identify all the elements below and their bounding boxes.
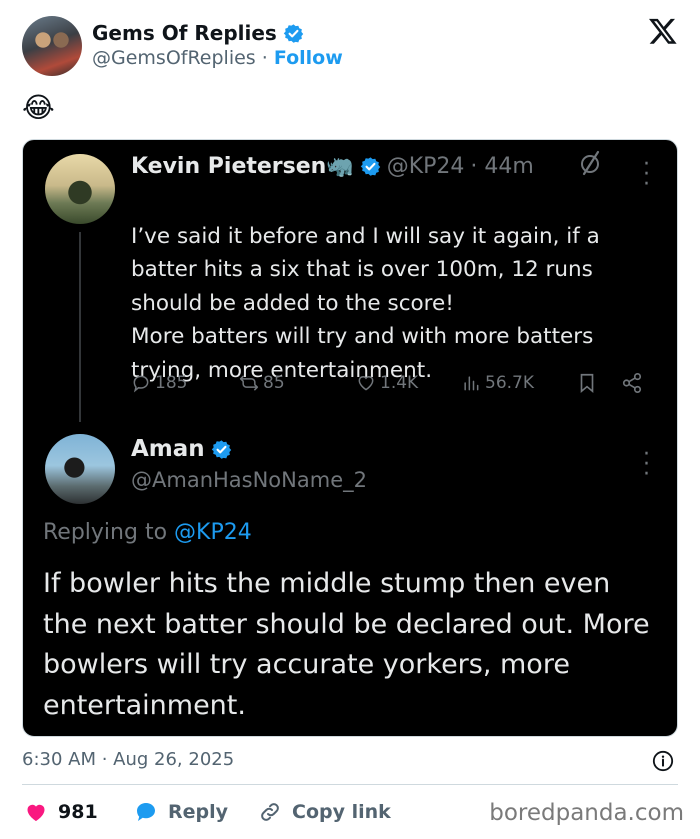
reply-action: 185 [131, 368, 187, 398]
reply-author-row: Aman [131, 436, 232, 462]
author-name-row[interactable]: Gems Of Replies [92, 21, 304, 45]
copy-link-button[interactable]: Copy link [258, 798, 391, 826]
like-button[interactable]: 981 [24, 798, 98, 826]
replying-mention: @KP24 [174, 520, 252, 545]
tweet-card: Gems Of Replies @GemsOfReplies · Follow … [0, 0, 700, 839]
heart-filled-icon [27, 804, 45, 821]
verified-badge-icon [211, 439, 231, 459]
x-logo-icon[interactable] [648, 16, 678, 46]
post-timestamp[interactable]: 6:30 AM · Aug 26, 2025 [22, 749, 234, 770]
author-handle[interactable]: @GemsOfReplies [92, 47, 256, 69]
replying-prefix: Replying to [43, 520, 168, 545]
like-count: 1.4K [380, 373, 419, 393]
original-author-avatar [45, 154, 115, 224]
original-action-bar: 185 85 1.4K 56.7K [131, 368, 651, 398]
tweet-emoji: 😂 [22, 91, 55, 124]
copy-link-label: Copy link [292, 801, 391, 823]
author-handle-row: @GemsOfReplies · Follow [92, 47, 343, 69]
reply-label: Reply [168, 801, 229, 823]
repost-action: 85 [239, 368, 285, 398]
reply-tweet-text: If bowler hits the middle stump then eve… [43, 568, 650, 721]
like-count: 981 [58, 801, 98, 823]
reply-author-name: Aman [131, 436, 205, 462]
reply-count: 185 [155, 373, 188, 393]
verified-badge-icon [283, 23, 304, 43]
original-tweet-text: I’ve said it before and I will say it ag… [131, 186, 651, 387]
verified-badge-icon [360, 157, 380, 176]
views-chart-icon [464, 376, 479, 391]
link-icon [261, 803, 279, 821]
divider [22, 784, 678, 785]
reply-bubble-icon [137, 803, 155, 821]
views-action: 56.7K [461, 368, 534, 398]
reply-author-avatar [45, 434, 115, 504]
watermark: boredpanda.com [489, 800, 684, 826]
heart-outline-icon [358, 376, 374, 391]
original-author-row: Kevin Pietersen🦏 @KP24 · 44m [131, 154, 534, 179]
original-author-name: Kevin Pietersen🦏 [131, 154, 354, 179]
reply-author-handle: @AmanHasNoName_2 [131, 468, 367, 492]
replying-to-line: Replying to @KP24 [43, 520, 252, 545]
like-action: 1.4K [356, 368, 418, 398]
reply-button[interactable]: Reply [134, 798, 228, 826]
original-tweet-body: I’ve said it before and I will say it ag… [131, 223, 600, 383]
original-author-handle: @KP24 [386, 154, 465, 179]
follow-button[interactable]: Follow [274, 47, 343, 69]
info-icon[interactable] [652, 750, 674, 772]
repost-count: 85 [263, 373, 285, 393]
grok-slash-icon [581, 150, 600, 176]
original-post-age: · 44m [470, 154, 534, 179]
more-options-icon: · · · [643, 442, 650, 487]
thread-line [79, 232, 81, 422]
share-icon [622, 373, 642, 393]
separator: · [261, 47, 268, 69]
view-count: 56.7K [485, 373, 534, 393]
author-name[interactable]: Gems Of Replies [92, 21, 277, 45]
repost-icon [239, 375, 259, 391]
bookmark-icon [580, 373, 594, 394]
embedded-screenshot: Kevin Pietersen🦏 @KP24 · 44m · · · I’ve sa… [22, 139, 678, 737]
author-avatar[interactable] [22, 16, 82, 76]
reply-icon [133, 375, 149, 393]
